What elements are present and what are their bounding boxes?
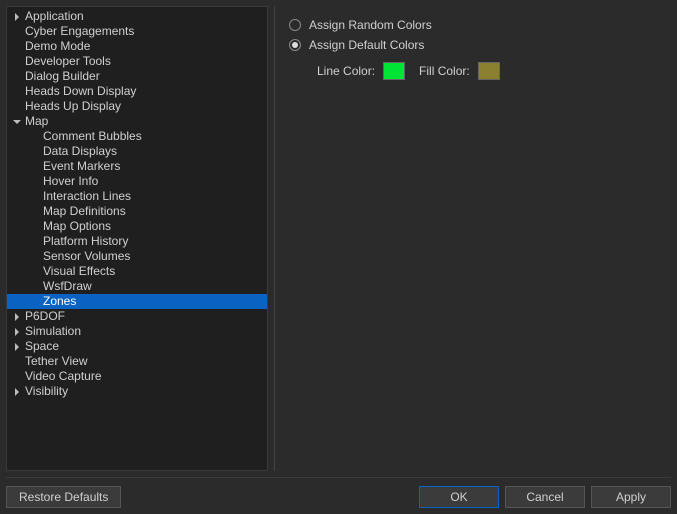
fill-color-label: Fill Color:	[419, 64, 470, 78]
tree-item-label: Visual Effects	[41, 264, 115, 279]
radio-icon	[289, 19, 301, 31]
tree-item[interactable]: Visual Effects	[7, 264, 267, 279]
tree-item[interactable]: Tether View	[7, 354, 267, 369]
chevron-right-icon[interactable]	[13, 313, 23, 321]
tree-item[interactable]: Demo Mode	[7, 39, 267, 54]
tree-item[interactable]: Zones	[7, 294, 267, 309]
tree-item-label: Cyber Engagements	[23, 24, 134, 39]
tree-item[interactable]: Space	[7, 339, 267, 354]
tree-item-label: Hover Info	[41, 174, 98, 189]
tree-item[interactable]: Video Capture	[7, 369, 267, 384]
apply-button[interactable]: Apply	[591, 486, 671, 508]
color-row: Line Color: Fill Color:	[289, 62, 657, 80]
tree-item[interactable]: Heads Down Display	[7, 84, 267, 99]
tree-item-label: Interaction Lines	[41, 189, 131, 204]
tree-item-label: Data Displays	[41, 144, 117, 159]
tree-item[interactable]: Visibility	[7, 384, 267, 399]
tree-item[interactable]: Comment Bubbles	[7, 129, 267, 144]
tree-item[interactable]: Platform History	[7, 234, 267, 249]
tree-item[interactable]: Map	[7, 114, 267, 129]
tree-item-label: Heads Down Display	[23, 84, 136, 99]
tree-item-label: Heads Up Display	[23, 99, 121, 114]
radio-assign-random[interactable]: Assign Random Colors	[289, 18, 657, 32]
tree-item-label: Map Definitions	[41, 204, 126, 219]
ok-button[interactable]: OK	[419, 486, 499, 508]
tree-item[interactable]: Heads Up Display	[7, 99, 267, 114]
tree-item[interactable]: Dialog Builder	[7, 69, 267, 84]
tree-item-label: Visibility	[23, 384, 68, 399]
tree-item[interactable]: Cyber Engagements	[7, 24, 267, 39]
tree-item-label: Event Markers	[41, 159, 120, 174]
restore-defaults-button[interactable]: Restore Defaults	[6, 486, 121, 508]
tree-item-label: Video Capture	[23, 369, 102, 384]
tree-item[interactable]: P6DOF	[7, 309, 267, 324]
tree-item-label: WsfDraw	[41, 279, 92, 294]
tree-item-label: Dialog Builder	[23, 69, 100, 84]
tree-item-label: P6DOF	[23, 309, 65, 324]
category-tree[interactable]: ApplicationCyber EngagementsDemo ModeDev…	[6, 6, 268, 471]
tree-item[interactable]: Map Definitions	[7, 204, 267, 219]
tree-item-label: Simulation	[23, 324, 81, 339]
tree-item[interactable]: Map Options	[7, 219, 267, 234]
main-area: ApplicationCyber EngagementsDemo ModeDev…	[6, 6, 671, 471]
tree-item-label: Map	[23, 114, 48, 129]
tree-item-label: Comment Bubbles	[41, 129, 142, 144]
tree-item-label: Space	[23, 339, 59, 354]
line-color-swatch[interactable]	[383, 62, 405, 80]
line-color-label: Line Color:	[317, 64, 375, 78]
radio-label: Assign Default Colors	[309, 38, 424, 52]
tree-item[interactable]: Event Markers	[7, 159, 267, 174]
settings-panel: Assign Random Colors Assign Default Colo…	[274, 6, 671, 471]
chevron-right-icon[interactable]	[13, 328, 23, 336]
tree-item-label: Tether View	[23, 354, 87, 369]
tree-item[interactable]: Data Displays	[7, 144, 267, 159]
radio-label: Assign Random Colors	[309, 18, 432, 32]
chevron-down-icon[interactable]	[13, 118, 23, 126]
tree-item-label: Platform History	[41, 234, 128, 249]
fill-color-swatch[interactable]	[478, 62, 500, 80]
tree-item-label: Demo Mode	[23, 39, 90, 54]
radio-assign-default[interactable]: Assign Default Colors	[289, 38, 657, 52]
tree-item-label: Sensor Volumes	[41, 249, 130, 264]
tree-item[interactable]: Developer Tools	[7, 54, 267, 69]
cancel-button[interactable]: Cancel	[505, 486, 585, 508]
chevron-right-icon[interactable]	[13, 13, 23, 21]
preferences-dialog: ApplicationCyber EngagementsDemo ModeDev…	[0, 0, 677, 514]
radio-icon	[289, 39, 301, 51]
chevron-right-icon[interactable]	[13, 343, 23, 351]
tree-item[interactable]: Sensor Volumes	[7, 249, 267, 264]
tree-item-label: Zones	[41, 294, 76, 309]
chevron-right-icon[interactable]	[13, 388, 23, 396]
dialog-footer: Restore Defaults OK Cancel Apply	[6, 477, 671, 508]
tree-item[interactable]: Hover Info	[7, 174, 267, 189]
tree-item[interactable]: Interaction Lines	[7, 189, 267, 204]
tree-item-label: Developer Tools	[23, 54, 111, 69]
tree-item-label: Application	[23, 9, 84, 24]
tree-item[interactable]: WsfDraw	[7, 279, 267, 294]
tree-item[interactable]: Application	[7, 9, 267, 24]
tree-item[interactable]: Simulation	[7, 324, 267, 339]
tree-item-label: Map Options	[41, 219, 111, 234]
